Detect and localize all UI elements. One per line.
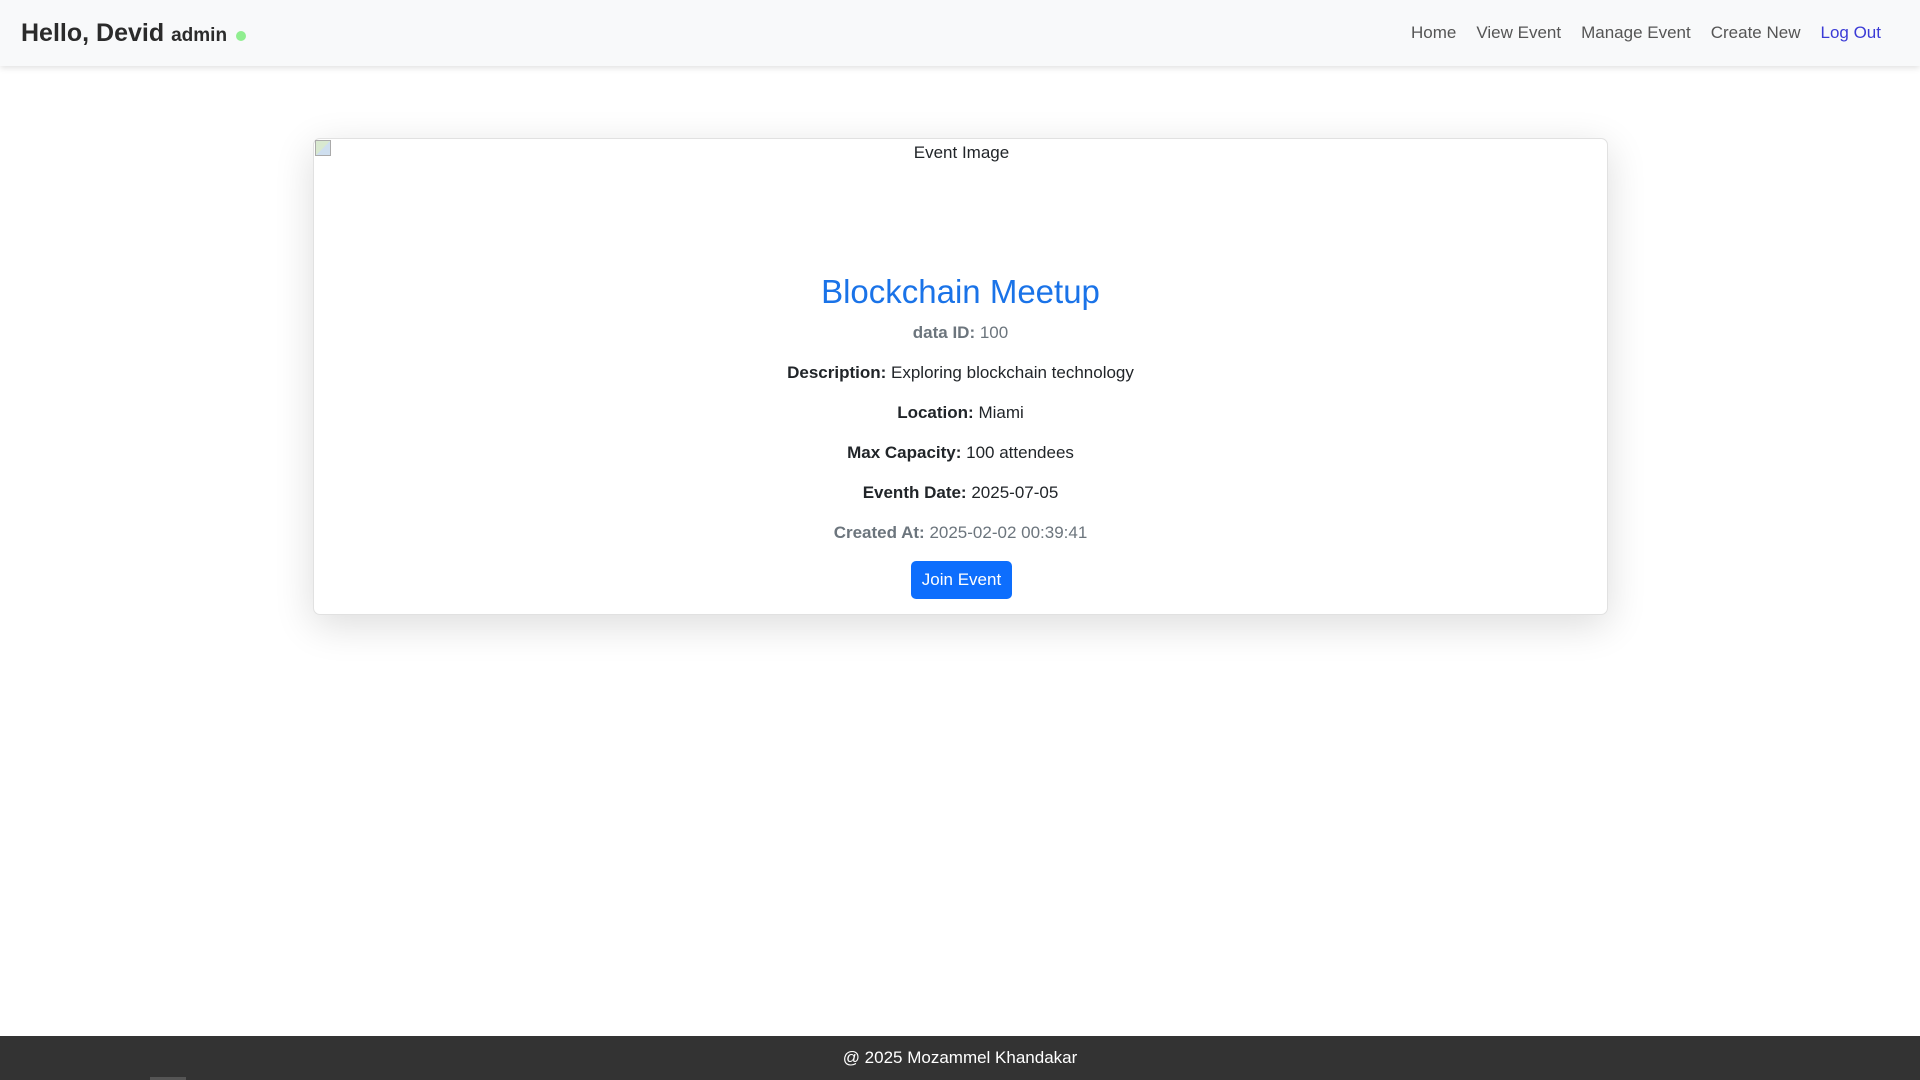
event-title: Blockchain Meetup (821, 273, 1100, 310)
event-location-row: Location: Miami (314, 403, 1607, 423)
event-location-label: Location: (897, 403, 974, 422)
navbar: Hello, Devid admin Home View Event Manag… (0, 0, 1920, 66)
event-capacity-value: 100 attendees (966, 443, 1074, 462)
event-created-row: Created At: 2025-02-02 00:39:41 (314, 523, 1607, 543)
nav-view-event-link[interactable]: View Event (1476, 23, 1561, 43)
greeting-text: Hello, Devid (21, 18, 165, 47)
event-description-value: Exploring blockchain technology (891, 363, 1134, 382)
event-id-row: data ID: 100 (314, 323, 1607, 343)
footer-copyright: @ 2025 Mozammel Khandakar (842, 1048, 1078, 1067)
online-status-dot (236, 31, 247, 41)
event-location-value: Miami (978, 403, 1024, 422)
event-date-value: 2025-07-05 (971, 483, 1059, 502)
footer: @ 2025 Mozammel Khandakar (0, 1036, 1920, 1080)
role-label: admin (171, 24, 228, 46)
event-date-label: Eventh Date: (862, 483, 967, 502)
nav-create-new-link[interactable]: Create New (1711, 23, 1801, 43)
event-capacity-label: Max Capacity: (847, 443, 962, 462)
nav-logout-link[interactable]: Log Out (1821, 23, 1882, 43)
event-description-label: Description: (787, 363, 887, 382)
nav-links: Home View Event Manage Event Create New … (1411, 23, 1899, 43)
event-id-value: 100 (979, 323, 1009, 342)
event-created-label: Created At: (833, 523, 925, 542)
brand: Hello, Devid admin (21, 18, 247, 48)
event-image: Event Image (314, 139, 1609, 259)
event-image-alt-text: Event Image (913, 143, 1010, 162)
event-capacity-row: Max Capacity: 100 attendees (314, 443, 1607, 463)
nav-home-link[interactable]: Home (1411, 23, 1456, 43)
broken-image-icon (315, 140, 331, 156)
event-description-row: Description: Exploring blockchain techno… (314, 363, 1607, 383)
nav-manage-event-link[interactable]: Manage Event (1581, 23, 1691, 43)
event-date-row: Eventh Date: 2025-07-05 (314, 483, 1607, 503)
join-event-button[interactable]: Join Event (911, 561, 1012, 599)
event-created-value: 2025-02-02 00:39:41 (929, 523, 1088, 542)
event-card: Event Image Blockchain Meetup data ID: 1… (313, 138, 1608, 615)
event-id-label: data ID: (912, 323, 976, 342)
